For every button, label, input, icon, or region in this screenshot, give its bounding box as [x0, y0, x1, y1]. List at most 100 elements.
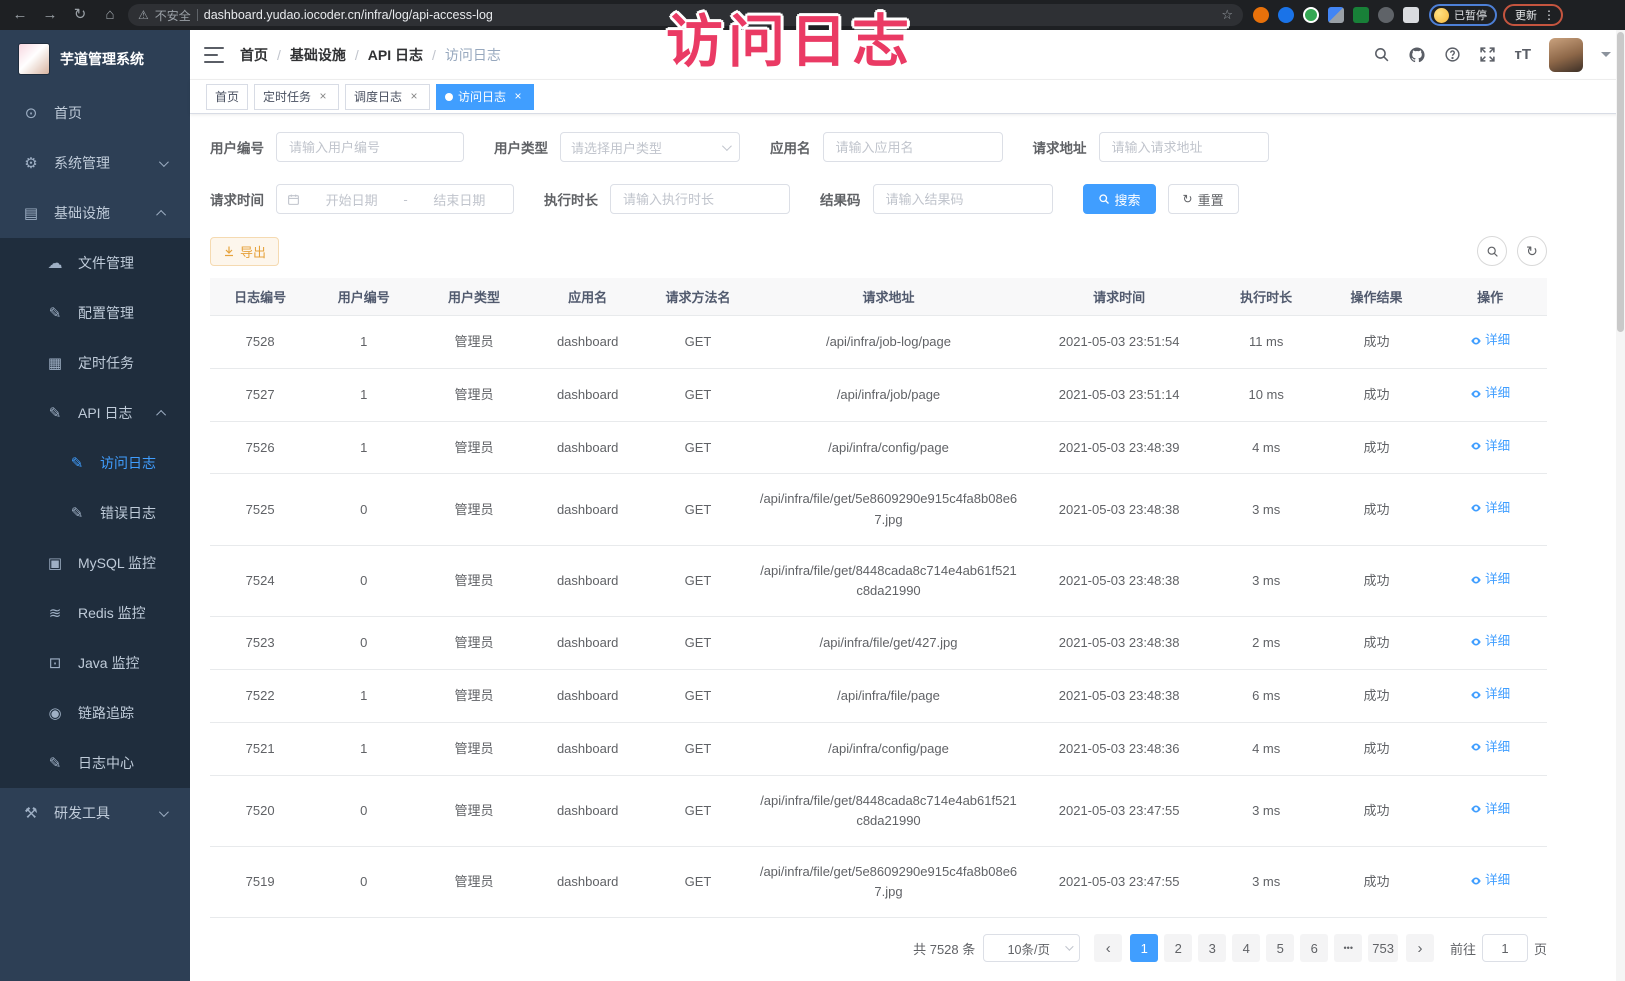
sidebar-item-system-management[interactable]: ⚙系统管理 — [0, 138, 190, 188]
cell-user_type: 管理员 — [417, 474, 531, 545]
tab-scheduled-jobs[interactable]: 定时任务× — [254, 84, 339, 110]
scrollbar[interactable] — [1616, 30, 1625, 981]
sidebar-item-home[interactable]: ⊙首页 — [0, 88, 190, 138]
user-id-input[interactable] — [276, 132, 464, 162]
extension-icon[interactable] — [1278, 7, 1294, 23]
back-button[interactable]: ← — [8, 0, 32, 30]
sidebar-item-java-monitor[interactable]: ⊡Java 监控 — [0, 638, 190, 688]
sidebar-item-log-center[interactable]: ✎日志中心 — [0, 738, 190, 788]
duration-input[interactable] — [610, 184, 790, 214]
sidebar-item-link-trace[interactable]: ◉链路追踪 — [0, 688, 190, 738]
page-size-select[interactable]: 10条/页 — [983, 934, 1080, 962]
forward-button[interactable]: → — [38, 0, 62, 30]
sidebar-item-config-management[interactable]: ✎配置管理 — [0, 288, 190, 338]
breadcrumb-api-log[interactable]: API 日志 — [368, 45, 423, 65]
tab-job-log[interactable]: 调度日志× — [345, 84, 430, 110]
cell-user_id: 1 — [310, 316, 417, 369]
help-icon[interactable] — [1444, 46, 1461, 63]
home-button[interactable]: ⌂ — [98, 0, 122, 30]
reload-button[interactable]: ↻ — [68, 0, 92, 30]
extension-icon[interactable] — [1253, 7, 1269, 23]
cell-result: 成功 — [1320, 722, 1434, 775]
refresh-table-button[interactable]: ↻ — [1517, 236, 1547, 266]
search-button[interactable]: 搜索 — [1083, 184, 1156, 214]
sidebar-item-mysql-monitor[interactable]: ▣MySQL 监控 — [0, 538, 190, 588]
request-time-range-picker[interactable]: 开始日期 - 结束日期 — [276, 184, 514, 214]
detail-link[interactable]: 详细 — [1470, 632, 1510, 651]
breadcrumb-infrastructure[interactable]: 基础设施 — [290, 45, 346, 65]
detail-link[interactable]: 详细 — [1470, 685, 1510, 704]
page-button-6[interactable]: 6 — [1300, 934, 1328, 962]
sidebar-item-file-management[interactable]: ☁文件管理 — [0, 238, 190, 288]
sidebar-item-dev-tools[interactable]: ⚒研发工具 — [0, 788, 190, 838]
page-button-2[interactable]: 2 — [1164, 934, 1192, 962]
result-code-input[interactable] — [873, 184, 1053, 214]
sidebar-item-infrastructure[interactable]: ▤基础设施 — [0, 188, 190, 238]
cell-duration: 6 ms — [1213, 669, 1320, 722]
sidebar-item-api-log[interactable]: ✎API 日志 — [0, 388, 190, 438]
cell-result: 成功 — [1320, 775, 1434, 846]
bookmark-star-icon[interactable]: ☆ — [1221, 7, 1233, 23]
detail-link[interactable]: 详细 — [1470, 738, 1510, 757]
detail-link[interactable]: 详细 — [1470, 331, 1510, 350]
fullscreen-icon[interactable] — [1479, 46, 1496, 63]
export-button[interactable]: 导出 — [210, 237, 279, 266]
toggle-search-button[interactable] — [1477, 236, 1507, 266]
profile-badge[interactable]: 已暂停 — [1429, 4, 1497, 26]
browser-menu-icon[interactable]: ⋮ — [1543, 8, 1555, 22]
extension-icon[interactable] — [1328, 7, 1344, 23]
hamburger-icon[interactable] — [204, 47, 224, 63]
goto-page-input[interactable] — [1482, 934, 1528, 962]
sidebar-item-redis-monitor[interactable]: ≋Redis 监控 — [0, 588, 190, 638]
tag-close-icon[interactable]: × — [407, 90, 421, 104]
reset-button[interactable]: ↻ 重置 — [1168, 184, 1239, 214]
detail-link[interactable]: 详细 — [1470, 384, 1510, 403]
detail-link[interactable]: 详细 — [1470, 871, 1510, 890]
prev-page-button[interactable]: ‹ — [1094, 934, 1122, 962]
detail-link[interactable]: 详细 — [1470, 437, 1510, 456]
breadcrumb-home[interactable]: 首页 — [240, 45, 268, 65]
github-icon[interactable] — [1408, 46, 1426, 64]
page-ellipsis[interactable]: ••• — [1334, 934, 1362, 962]
table-row: 75190管理员dashboardGET/api/infra/file/get/… — [210, 846, 1547, 917]
cell-time: 2021-05-03 23:51:54 — [1026, 316, 1213, 369]
cell-id: 7525 — [210, 474, 310, 545]
sidebar-item-scheduled-jobs[interactable]: ▦定时任务 — [0, 338, 190, 388]
page-button-4[interactable]: 4 — [1232, 934, 1260, 962]
page-button-5[interactable]: 5 — [1266, 934, 1294, 962]
user-id-label: 用户编号 — [210, 137, 264, 157]
request-url-input[interactable] — [1099, 132, 1269, 162]
browser-update-button[interactable]: 更新 ⋮ — [1503, 4, 1563, 26]
address-bar[interactable]: ⚠ 不安全 dashboard.yudao.iocoder.cn/infra/l… — [128, 4, 1243, 26]
detail-link[interactable]: 详细 — [1470, 570, 1510, 589]
tag-close-icon[interactable]: × — [511, 90, 525, 104]
page-button-1[interactable]: 1 — [1130, 934, 1158, 962]
cell-result: 成功 — [1320, 421, 1434, 474]
sidebar-item-label: 访问日志 — [100, 453, 156, 473]
extension-icon[interactable] — [1378, 7, 1394, 23]
tab-access-log[interactable]: 访问日志× — [436, 84, 534, 110]
font-size-icon[interactable]: ᴛT — [1514, 46, 1531, 63]
app-logo[interactable]: 芋道管理系统 — [0, 30, 190, 88]
tab-home[interactable]: 首页 — [206, 84, 248, 110]
cell-id: 7522 — [210, 669, 310, 722]
extension-icon[interactable] — [1303, 7, 1319, 23]
next-page-button[interactable]: › — [1406, 934, 1434, 962]
puzzle-extension-icon[interactable] — [1403, 7, 1419, 23]
scrollbar-thumb[interactable] — [1617, 32, 1624, 332]
tag-close-icon[interactable]: × — [316, 90, 330, 104]
app-name-input[interactable] — [823, 132, 1003, 162]
user-avatar[interactable] — [1549, 38, 1583, 72]
detail-link[interactable]: 详细 — [1470, 499, 1510, 518]
page-button-753[interactable]: 753 — [1368, 934, 1398, 962]
search-icon[interactable] — [1373, 46, 1390, 63]
sidebar-item-access-log[interactable]: ✎访问日志 — [0, 438, 190, 488]
page-button-3[interactable]: 3 — [1198, 934, 1226, 962]
user-type-select[interactable]: 请选择用户类型 — [560, 132, 740, 162]
chevron-down-icon[interactable] — [1601, 52, 1611, 57]
extension-icon[interactable] — [1353, 7, 1369, 23]
sidebar-item-error-log[interactable]: ✎错误日志 — [0, 488, 190, 538]
detail-link[interactable]: 详细 — [1470, 800, 1510, 819]
column-header: 应用名 — [531, 278, 645, 316]
cell-app: dashboard — [531, 474, 645, 545]
